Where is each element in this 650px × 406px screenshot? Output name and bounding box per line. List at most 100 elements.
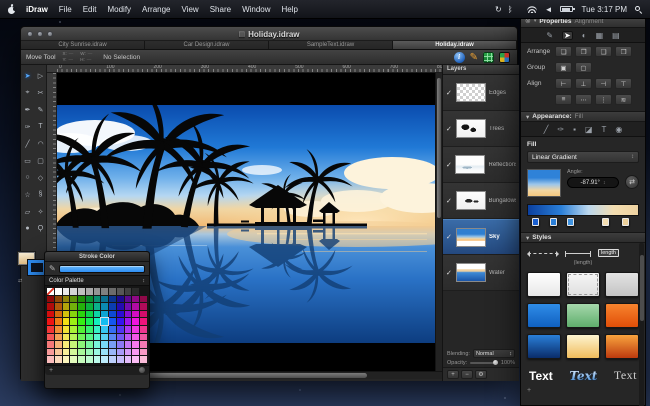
palette-color-r1-c4[interactable]	[78, 296, 85, 303]
palette-color-r3-c4[interactable]	[78, 311, 85, 318]
palette-color-r1-c5[interactable]	[86, 296, 93, 303]
palette-color-r2-c1[interactable]	[55, 303, 62, 310]
palette-color-r8-c12[interactable]	[140, 349, 147, 356]
opacity-slider-knob[interactable]	[493, 360, 498, 365]
disclosure-triangle-icon[interactable]: ▾	[526, 113, 529, 121]
tab-holiday-idraw[interactable]: Holiday.idraw	[393, 41, 517, 49]
arc-tool[interactable]: ◠	[34, 135, 47, 152]
style-fire-gradient[interactable]	[605, 334, 639, 359]
palette-color-r9-c10[interactable]	[125, 356, 132, 363]
menu-arrange[interactable]: Arrange	[142, 5, 170, 14]
style-navy-gradient[interactable]	[527, 334, 561, 359]
palette-color-r1-c0[interactable]	[47, 296, 54, 303]
palette-color-r7-c0[interactable]	[47, 341, 54, 348]
palette-color-r5-c0[interactable]	[47, 326, 54, 333]
palette-color-r8-c8[interactable]	[109, 349, 116, 356]
layer-row-bungalows[interactable]: ✓Bungalows	[443, 183, 519, 219]
palette-color-r7-c9[interactable]	[117, 341, 124, 348]
vertical-scrollbar-thumb[interactable]	[437, 78, 441, 218]
palette-color-r5-c12[interactable]	[140, 326, 147, 333]
star-tool[interactable]: ☆	[21, 186, 34, 203]
palette-color-r3-c6[interactable]	[94, 311, 101, 318]
palette-color-r9-c2[interactable]	[63, 356, 70, 363]
menu-clock[interactable]: Tue 3:17 PM	[581, 5, 627, 14]
palette-color-r7-c11[interactable]	[132, 341, 139, 348]
text-style-icon[interactable]: T	[602, 125, 607, 134]
palette-color-r7-c7[interactable]	[101, 341, 108, 348]
dashed-arrow-preview[interactable]	[528, 253, 558, 254]
palette-color-r2-c8[interactable]	[109, 303, 116, 310]
palette-color-r5-c3[interactable]	[70, 326, 77, 333]
layer-visible-checkbox[interactable]: ✓	[446, 161, 452, 169]
pencil-tool[interactable]: ✎	[34, 101, 47, 118]
palette-color-r9-c12[interactable]	[140, 356, 147, 363]
palette-color-r3-c3[interactable]	[70, 311, 77, 318]
palette-color-r4-c5[interactable]	[86, 318, 93, 325]
volume-icon-slot[interactable]: ◄	[545, 5, 553, 14]
palette-color-r5-c5[interactable]	[86, 326, 93, 333]
palette-color-r2-c5[interactable]	[86, 303, 93, 310]
wifi-icon[interactable]	[527, 6, 537, 13]
tab-city-sunrise-idraw[interactable]: City Sunrise.idraw	[21, 41, 145, 49]
apple-menu-icon[interactable]	[8, 5, 16, 14]
palette-color-r3-c11[interactable]	[132, 311, 139, 318]
layer-visible-checkbox[interactable]: ✓	[446, 125, 453, 133]
swatches-icon[interactable]	[499, 52, 510, 63]
palette-color-r2-c6[interactable]	[94, 303, 101, 310]
current-stroke-color-bar[interactable]	[59, 265, 145, 273]
gradient-stop-2[interactable]	[567, 218, 574, 226]
text-style-sample-2[interactable]: Text	[569, 369, 597, 383]
palette-color-r7-c3[interactable]	[70, 341, 77, 348]
palette-color-r1-c6[interactable]	[94, 296, 101, 303]
gradient-stop-4[interactable]	[622, 218, 629, 226]
palette-color-r3-c7[interactable]	[101, 311, 108, 318]
palette-color-r0-c11[interactable]	[132, 288, 139, 295]
palette-color-r5-c4[interactable]	[78, 326, 85, 333]
volume-icon[interactable]: ◄	[545, 5, 553, 14]
palette-color-r0-c9[interactable]	[117, 288, 124, 295]
palette-color-r2-c10[interactable]	[125, 303, 132, 310]
send-backward-button[interactable]: ❑	[595, 46, 612, 57]
layer-row-sky[interactable]: ✓Sky	[443, 219, 519, 255]
palette-color-r6-c12[interactable]	[140, 334, 147, 341]
layer-visible-checkbox[interactable]: ✓	[446, 269, 453, 277]
menu-view[interactable]: View	[182, 5, 199, 14]
angle-field[interactable]: -87.91°↕	[567, 177, 619, 188]
ellipse-tool[interactable]: ○	[21, 169, 34, 186]
palette-color-r9-c5[interactable]	[86, 356, 93, 363]
style-white-dashed[interactable]	[566, 272, 600, 297]
align-bottom-button[interactable]: ⋯	[575, 94, 592, 105]
field-x[interactable]: X:—	[63, 52, 74, 57]
tab-grid[interactable]: ▦	[596, 31, 604, 40]
layer-visible-checkbox[interactable]: ✓	[446, 89, 453, 97]
line-tool[interactable]: ╱	[21, 135, 34, 152]
palette-color-r6-c4[interactable]	[78, 334, 85, 341]
inspector-scrollbar[interactable]	[639, 243, 644, 406]
palette-color-r2-c3[interactable]	[70, 303, 77, 310]
inspector-scrollbar-thumb[interactable]	[640, 255, 644, 321]
horizontal-scrollbar-thumb[interactable]	[132, 373, 367, 378]
palette-color-r6-c11[interactable]	[132, 334, 139, 341]
palette-color-r0-c7[interactable]	[101, 288, 108, 295]
align-left-button[interactable]: ⊢	[555, 78, 572, 89]
palette-color-r7-c10[interactable]	[125, 341, 132, 348]
layer-visible-checkbox[interactable]: ✓	[446, 197, 453, 205]
palette-color-r3-c0[interactable]	[47, 311, 54, 318]
palette-color-r3-c12[interactable]	[140, 311, 147, 318]
bring-to-front-button[interactable]: ❏	[555, 46, 572, 57]
palette-color-r6-c6[interactable]	[94, 334, 101, 341]
palette-color-r6-c8[interactable]	[109, 334, 116, 341]
palette-dropdown[interactable]: Color Palette↕	[45, 275, 149, 286]
gradient-bar[interactable]	[527, 204, 639, 216]
spiral-tool[interactable]: §	[34, 186, 47, 203]
grid-icon[interactable]	[483, 52, 494, 63]
palette-color-r8-c10[interactable]	[125, 349, 132, 356]
palette-color-r8-c7[interactable]	[101, 349, 108, 356]
tab-shape[interactable]: ◐	[582, 31, 587, 40]
length-line-preview[interactable]	[565, 253, 591, 254]
menu-modify[interactable]: Modify	[107, 5, 131, 14]
style-white[interactable]	[527, 272, 561, 297]
group-button[interactable]: ▣	[555, 62, 572, 73]
layer-settings-button[interactable]: ⚙	[475, 370, 487, 379]
palette-color-r1-c9[interactable]	[117, 296, 124, 303]
